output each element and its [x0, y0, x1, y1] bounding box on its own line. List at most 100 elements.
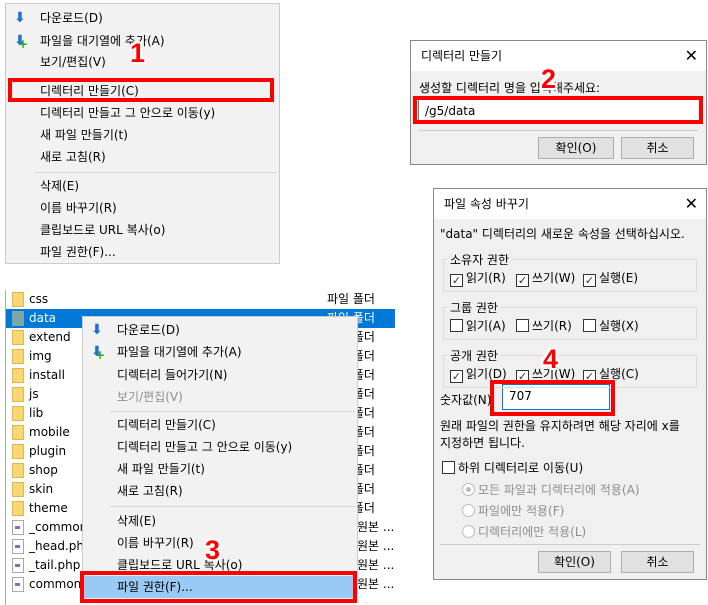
php-file-icon	[12, 520, 24, 535]
menu-item-label: 보기/편집(V)	[117, 390, 183, 404]
step-number-3: 3	[205, 535, 221, 565]
checkbox-box	[442, 461, 455, 474]
menu-item[interactable]: 새로 고침(R)	[83, 480, 357, 502]
menu-separator	[111, 506, 355, 507]
permission-checkbox[interactable]: ✓ 쓰기(W)	[516, 271, 575, 287]
numeric-label: 숫자값(N)	[440, 393, 492, 407]
file-name: lib	[29, 406, 44, 420]
menu-item[interactable]: 새 파일 만들기(t)	[83, 458, 357, 480]
hint-line-1: 원래 파일의 권한을 유지하려면 해당 자리에 x를	[440, 419, 680, 433]
radio-label: 파일에만 적용(F)	[478, 504, 565, 518]
recurse-label: 하위 디렉터리로 이동(U)	[458, 461, 584, 475]
prompt-label: 생성할 디렉터리 명을 입력해주세요:	[419, 81, 601, 95]
menu-item[interactable]: 디렉터리 들어가기(N)	[83, 364, 357, 386]
folder-icon	[12, 349, 24, 364]
download-icon: ⬇	[91, 322, 103, 338]
cancel-button[interactable]: 취소	[621, 551, 694, 573]
checkbox-label: 읽기(A)	[466, 319, 506, 333]
highlight-box-1	[8, 78, 274, 102]
menu-item[interactable]: 디렉터리 만들고 그 안으로 이동(y)	[6, 102, 279, 124]
folder-icon	[12, 330, 24, 345]
file-name: plugin	[29, 444, 67, 458]
permission-checkbox[interactable]: ✓ 읽기(R)	[450, 271, 506, 287]
menu-item-label: 새 파일 만들기(t)	[117, 462, 205, 476]
folder-icon	[12, 406, 24, 421]
description: "data" 디렉터리의 새로운 속성을 선택하십시오.	[440, 227, 685, 241]
plus-icon: +	[95, 348, 106, 362]
folder-icon	[12, 463, 24, 478]
menu-item[interactable]: 새 파일 만들기(t)	[6, 124, 279, 146]
plus-icon: +	[18, 37, 29, 51]
menu-item-label: 파일을 대기열에 추가(A)	[40, 34, 165, 48]
apply-radio[interactable]: 모든 파일과 디렉터리에 적용(A)	[462, 483, 640, 497]
file-name: _tail.php	[29, 558, 81, 572]
apply-radio[interactable]: 디렉터리에만 적용(L)	[462, 525, 586, 539]
group-label: 그룹 권한	[447, 299, 501, 316]
menu-item[interactable]: ⬇ 다운로드(D)	[83, 319, 357, 341]
file-name: theme	[29, 501, 68, 515]
permission-checkbox[interactable]: 읽기(A)	[450, 319, 506, 333]
file-name: install	[29, 368, 65, 382]
checked-icon: ✓	[583, 274, 596, 287]
menu-item-label: 새로 고침(R)	[40, 150, 106, 164]
menu-item[interactable]: ⬇ 다운로드(D)	[6, 7, 279, 29]
folder-icon	[12, 425, 24, 440]
checked-icon: ✓	[450, 370, 463, 383]
recurse-checkbox[interactable]: 하위 디렉터리로 이동(U)	[442, 461, 583, 475]
radio-icon	[462, 504, 475, 517]
checkbox-label: 읽기(D)	[466, 367, 507, 381]
file-name: js	[29, 387, 39, 401]
file-row[interactable]: css 파일 폴더	[6, 290, 395, 309]
folder-icon	[12, 387, 24, 402]
checkbox-box	[516, 319, 529, 332]
radio-icon	[462, 483, 475, 496]
file-type: 원본 ...	[357, 577, 395, 591]
close-icon[interactable]: ✕	[685, 189, 698, 219]
folder-icon	[12, 482, 24, 497]
menu-item[interactable]: ⬇ + 파일을 대기열에 추가(A)	[83, 341, 357, 363]
menu-item[interactable]: 삭제(E)	[6, 175, 279, 197]
file-type: 원본 ...	[357, 539, 395, 553]
checkbox-label: 실행(X)	[599, 319, 639, 333]
menu-item-label: 디렉터리 만들고 그 안으로 이동(y)	[117, 440, 293, 454]
file-name: skin	[29, 482, 54, 496]
hint-line-2: 지정하면 됩니다.	[440, 436, 525, 450]
checkbox-box	[583, 319, 596, 332]
menu-item[interactable]: 새로 고침(R)	[6, 146, 279, 168]
menu-item-label: 파일을 대기열에 추가(A)	[117, 345, 242, 359]
menu-separator	[34, 172, 277, 173]
checked-icon: ✓	[450, 274, 463, 287]
close-icon[interactable]: ✕	[685, 41, 698, 71]
checked-icon: ✓	[516, 274, 529, 287]
permission-checkbox[interactable]: ✓ 실행(E)	[583, 271, 638, 287]
menu-item-label: 이름 바꾸기(R)	[117, 536, 194, 550]
step-number-1: 1	[130, 38, 146, 68]
menu-item[interactable]: 이름 바꾸기(R)	[6, 197, 279, 219]
folder-icon	[12, 444, 24, 459]
menu-item[interactable]: 보기/편집(V)	[83, 386, 357, 408]
php-file-icon	[12, 558, 24, 573]
apply-radio[interactable]: 파일에만 적용(F)	[462, 504, 564, 518]
menu-item-label: 다운로드(D)	[40, 11, 103, 25]
menu-item[interactable]: 클립보드로 URL 복사(o)	[6, 219, 279, 241]
permission-checkbox[interactable]: 실행(X)	[583, 319, 639, 333]
divider	[440, 544, 700, 545]
permission-checkbox[interactable]: 쓰기(R)	[516, 319, 572, 333]
menu-item-label: 파일 권한(F)...	[40, 245, 116, 259]
menu-item[interactable]: 삭제(E)	[83, 510, 357, 532]
folder-icon	[12, 368, 24, 383]
radio-icon	[462, 525, 475, 538]
checkbox-label: 쓰기(R)	[532, 319, 572, 333]
dialog-title: 파일 속성 바꾸기	[434, 189, 706, 219]
menu-item[interactable]: 디렉터리 만들고 그 안으로 이동(y)	[83, 436, 357, 458]
menu-item-label: 클립보드로 URL 복사(o)	[117, 558, 243, 572]
menu-item-label: 보기/편집(V)	[40, 55, 106, 69]
file-name: extend	[29, 330, 71, 344]
menu-separator	[111, 411, 355, 412]
cancel-button[interactable]: 취소	[621, 137, 694, 159]
menu-item-label: 디렉터리 만들기(C)	[117, 418, 216, 432]
menu-item[interactable]: 디렉터리 만들기(C)	[83, 414, 357, 436]
ok-button[interactable]: 확인(O)	[538, 137, 614, 159]
ok-button[interactable]: 확인(O)	[538, 551, 611, 573]
menu-item[interactable]: 파일 권한(F)...	[6, 241, 279, 263]
